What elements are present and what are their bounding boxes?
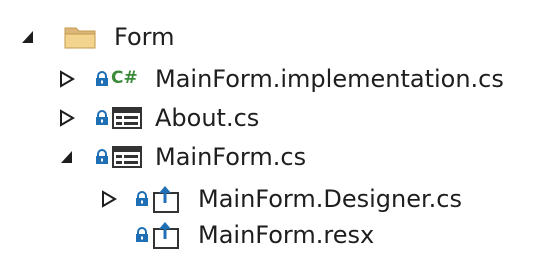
expanded-arrow-icon[interactable] — [20, 28, 36, 46]
form-file-icon — [112, 146, 142, 168]
expanded-arrow-icon[interactable] — [59, 148, 75, 166]
designer-file-icon — [153, 186, 179, 213]
tree-node-label: MainForm.resx — [198, 221, 375, 249]
tree-node-label: Form — [114, 23, 175, 51]
tree-node-label: MainForm.Designer.cs — [198, 185, 462, 213]
lock-icon — [136, 227, 148, 242]
tree-node-label: MainForm.cs — [155, 143, 307, 171]
folder-icon — [64, 27, 96, 49]
collapsed-arrow-icon[interactable] — [59, 70, 75, 88]
tree-node-mainform[interactable]: MainForm.cs — [0, 136, 539, 178]
tree-node-about[interactable]: About.cs — [0, 97, 539, 139]
lock-icon — [96, 110, 108, 125]
lock-icon — [96, 149, 108, 164]
tree-node-form-folder[interactable]: Form — [0, 16, 539, 58]
solution-explorer-tree: Form C# MainForm.implementation.cs About… — [0, 0, 539, 258]
tree-node-mainform-resx[interactable]: MainForm.resx — [0, 214, 539, 256]
form-file-icon — [112, 107, 142, 129]
tree-node-label: MainForm.implementation.cs — [155, 65, 504, 93]
collapsed-arrow-icon[interactable] — [101, 190, 117, 208]
resource-file-icon — [153, 222, 179, 249]
lock-icon — [96, 71, 108, 86]
collapsed-arrow-icon[interactable] — [59, 109, 75, 127]
csharp-file-icon: C# — [111, 68, 138, 88]
lock-icon — [136, 191, 148, 206]
tree-node-label: About.cs — [155, 104, 260, 132]
tree-node-mainform-implementation[interactable]: C# MainForm.implementation.cs — [0, 58, 539, 100]
